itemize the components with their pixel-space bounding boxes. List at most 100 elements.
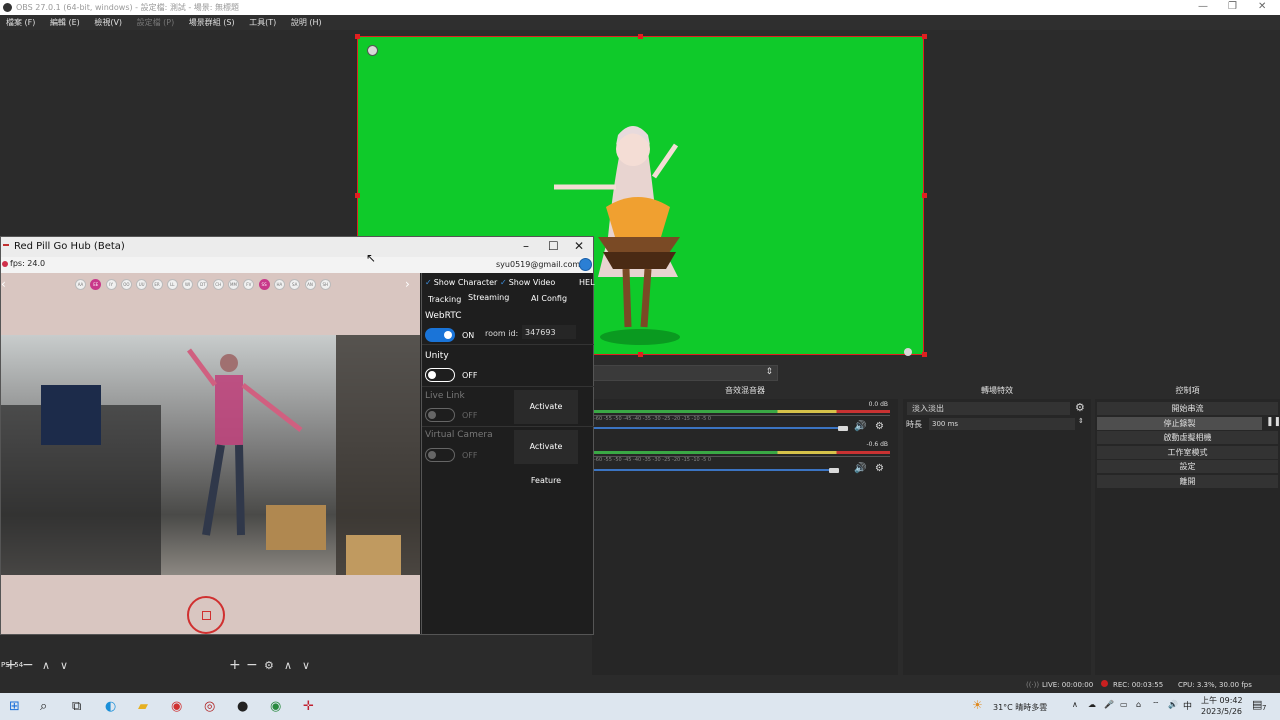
gear-icon[interactable]: ⚙ — [875, 463, 884, 474]
room-id-field[interactable]: 347693 — [522, 325, 576, 339]
spinner-icon[interactable]: ⇕ — [1078, 417, 1084, 425]
preview-fps: PS: 54 — [1, 661, 24, 669]
virtual-camera-activate-button[interactable]: Activate Feature — [514, 430, 578, 485]
obs-icon[interactable]: ● — [237, 699, 248, 714]
settings-button[interactable]: 設定 — [1097, 460, 1278, 473]
menu-tools[interactable]: 工具(T) — [249, 17, 276, 28]
resize-handle[interactable] — [922, 193, 927, 198]
app-icon[interactable]: ◎ — [204, 699, 215, 714]
redpill-icon[interactable]: ✛ — [303, 699, 314, 714]
remove-icon[interactable]: − — [246, 657, 258, 673]
wifi-icon[interactable]: ⌔ — [1152, 700, 1160, 710]
studio-mode-button[interactable]: 工作室模式 — [1097, 446, 1278, 459]
speaker-icon[interactable]: 🔊 — [854, 463, 866, 474]
restore-icon[interactable]: ❐ — [1228, 1, 1237, 12]
chevron-up-icon[interactable]: ∧ — [1072, 700, 1078, 709]
toggle-knob — [428, 450, 436, 459]
tab-ai-config[interactable]: AI Config — [531, 294, 567, 303]
ime-indicator[interactable]: 中 — [1183, 699, 1192, 712]
maximize-icon[interactable]: ☐ — [548, 239, 559, 253]
chevron-left-icon[interactable]: ‹ — [1, 277, 6, 291]
menu-edit[interactable]: 編輯 (E) — [50, 17, 80, 28]
chevron-updown-icon[interactable]: ⇕ — [765, 367, 773, 377]
transition-select[interactable]: 淡入淡出 — [907, 402, 1070, 415]
rec-status: REC: 00:03:55 — [1113, 681, 1164, 689]
show-video-checkbox[interactable]: ✓ Show Video — [500, 278, 555, 287]
resize-handle[interactable] — [922, 352, 927, 357]
down-arrow-icon[interactable]: ∨ — [302, 659, 310, 672]
windows-start-icon[interactable]: ⊞ — [9, 699, 20, 714]
menu-file[interactable]: 檔案 (F) — [6, 17, 35, 28]
track-1-fader-track[interactable] — [594, 427, 844, 429]
add-icon[interactable]: + — [229, 657, 241, 673]
source-toolbar[interactable]: ⇕ — [592, 365, 778, 381]
menu-scene-collection[interactable]: 場景群組 (S) — [189, 17, 235, 28]
weather[interactable]: 31°C 晴時多雲 — [993, 702, 1047, 713]
track-2-fader[interactable] — [829, 468, 839, 473]
blendshape-indicator: LL — [166, 279, 178, 290]
help-button[interactable]: HEL — [579, 278, 595, 287]
volume-icon[interactable]: 🔊 — [1168, 700, 1178, 709]
menu-view[interactable]: 檢視(V) — [94, 17, 122, 28]
gear-icon[interactable]: ⚙ — [875, 421, 884, 432]
file-explorer-icon[interactable]: ▰ — [138, 699, 148, 714]
gear-icon[interactable]: ⚙ — [1075, 401, 1085, 414]
up-arrow-icon[interactable]: ∧ — [284, 659, 292, 672]
resize-handle[interactable] — [355, 34, 360, 39]
microphone-icon[interactable]: 🎤 — [1104, 700, 1114, 709]
menu-profile[interactable]: 設定檔 (P) — [137, 17, 175, 28]
redpill-titlebar[interactable]: Red Pill Go Hub (Beta) – ☐ ✕ — [1, 237, 593, 257]
duration-input[interactable]: 300 ms — [929, 418, 1075, 430]
gear-icon[interactable]: ⚙ — [264, 659, 274, 672]
record-icon — [1101, 680, 1108, 687]
weather-icon: ☀ — [972, 698, 983, 712]
virtual-camera-toggle[interactable] — [425, 448, 455, 462]
start-streaming-button[interactable]: 開始串流 — [1097, 402, 1278, 415]
live-link-toggle[interactable] — [425, 408, 455, 422]
resize-handle[interactable] — [922, 34, 927, 39]
tray-icon[interactable]: ▭ — [1120, 700, 1128, 709]
close-icon[interactable]: ✕ — [1258, 1, 1266, 12]
chrome-icon[interactable]: ◉ — [270, 699, 281, 714]
exit-button[interactable]: 離開 — [1097, 475, 1278, 488]
start-virtual-camera-button[interactable]: 啟動虛擬相機 — [1097, 431, 1278, 444]
resize-handle[interactable] — [355, 193, 360, 198]
redpill-window: Red Pill Go Hub (Beta) – ☐ ✕ fps: 24.0 s… — [0, 236, 595, 669]
blendshape-indicator: CH — [212, 279, 224, 290]
edge-icon[interactable]: ◐ — [105, 699, 116, 714]
remove-icon[interactable]: − — [22, 657, 34, 673]
task-view-icon[interactable]: ⧉ — [72, 699, 81, 714]
notification-icon[interactable]: ▤ — [1252, 698, 1262, 711]
resize-handle[interactable] — [638, 34, 643, 39]
unity-toggle[interactable] — [425, 368, 455, 382]
minimize-icon[interactable]: – — [523, 239, 529, 253]
search-icon[interactable]: ⌕ — [40, 699, 47, 714]
track-2-db: -0.6 dB — [866, 441, 888, 448]
minimize-icon[interactable]: — — [1198, 1, 1208, 12]
menu-help[interactable]: 說明 (H) — [291, 17, 322, 28]
track-1-fader[interactable] — [838, 426, 848, 431]
clock-date[interactable]: 2023/5/26 — [1201, 707, 1242, 716]
up-arrow-icon[interactable]: ∧ — [42, 659, 50, 672]
network-icon[interactable]: ⌂ — [1136, 700, 1141, 709]
speaker-icon[interactable]: 🔊 — [854, 421, 866, 432]
pause-icon[interactable]: ❚❚ — [1266, 417, 1280, 427]
close-icon[interactable]: ✕ — [574, 239, 584, 253]
tracked-person-image — [1, 335, 420, 575]
webrtc-toggle[interactable] — [425, 328, 455, 342]
live-link-activate-button[interactable]: Activate Feature — [514, 390, 578, 445]
chevron-right-icon[interactable]: › — [405, 277, 410, 291]
record-button[interactable] — [187, 596, 225, 634]
down-arrow-icon[interactable]: ∨ — [60, 659, 68, 672]
show-character-checkbox[interactable]: ✓ Show Character — [425, 278, 497, 287]
resize-handle[interactable] — [638, 352, 643, 357]
track-2-fader-track[interactable] — [594, 469, 834, 471]
tab-tracking[interactable]: Tracking — [428, 295, 461, 304]
tab-streaming[interactable]: Streaming — [468, 293, 509, 302]
clock-time[interactable]: 上午 09:42 — [1201, 695, 1243, 706]
stop-recording-button[interactable]: 停止錄製 — [1097, 417, 1262, 430]
live-status: LIVE: 00:00:00 — [1042, 681, 1094, 689]
tray-icon[interactable]: ☁ — [1088, 700, 1096, 709]
chrome-icon[interactable]: ◉ — [171, 699, 182, 714]
user-avatar-icon[interactable] — [579, 258, 592, 271]
